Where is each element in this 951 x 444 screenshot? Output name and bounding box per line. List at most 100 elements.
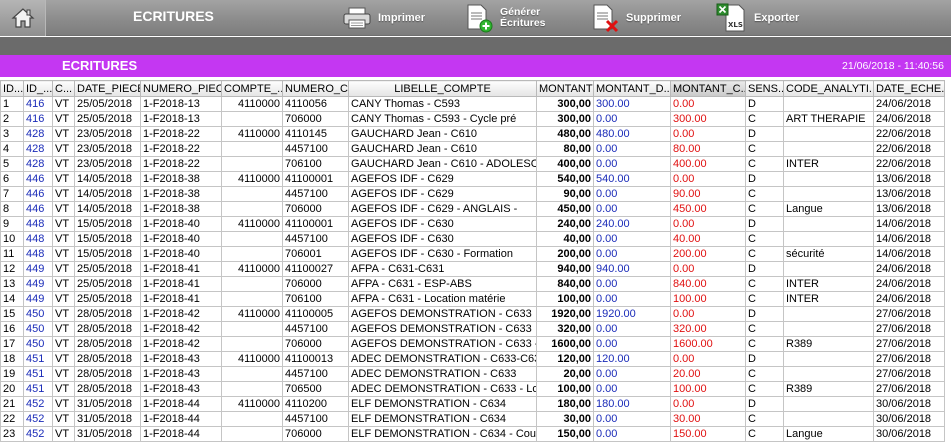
column-header[interactable]: ID_...: [23, 80, 53, 97]
column-header[interactable]: LIBELLE_COMPTE: [348, 80, 537, 97]
table-cell: AGEFOS DEMONSTRATION - C633: [348, 321, 537, 337]
table-cell: 14/06/2018: [873, 246, 945, 262]
table-cell: ELF DEMONSTRATION - C634: [348, 411, 537, 427]
table-cell: 1-F2018-13: [140, 96, 222, 112]
table-cell: 706100: [282, 291, 349, 307]
table-row[interactable]: 21 452 VT 31/05/2018 1-F2018-44 4110000 411020…: [0, 396, 945, 412]
table-cell: 30,00: [536, 411, 594, 427]
table-row[interactable]: 18 451 VT 28/05/2018 1-F2018-43 4110000 411000…: [0, 351, 945, 367]
table-cell: AGEFOS DEMONSTRATION - C633 -: [348, 336, 537, 352]
table-cell: 0.00: [670, 261, 746, 277]
column-header[interactable]: MONTANT: [536, 80, 594, 97]
table-row[interactable]: 9 448 VT 15/05/2018 1-F2018-40 4110000 4110000…: [0, 216, 945, 232]
table-cell: 446: [23, 201, 53, 217]
table-cell: 0.00: [593, 321, 671, 337]
table-row[interactable]: 1 416 VT 25/05/2018 1-F2018-13 4110000 4110056…: [0, 96, 945, 112]
table-cell: C: [745, 156, 784, 172]
table-cell: VT: [52, 261, 75, 277]
table-cell: 12: [0, 261, 24, 277]
column-header[interactable]: COMPTE_...: [221, 80, 283, 97]
table-cell: 940.00: [593, 261, 671, 277]
generate-entries-button[interactable]: Générer Écritures: [464, 0, 546, 36]
table-cell: 30.00: [670, 411, 746, 427]
table-cell: 0.00: [670, 306, 746, 322]
table-row[interactable]: 16 450 VT 28/05/2018 1-F2018-42 4457100 AGEFOS…: [0, 321, 945, 337]
table-cell: 0.00: [593, 186, 671, 202]
table-row[interactable]: 15 450 VT 28/05/2018 1-F2018-42 4110000 411000…: [0, 306, 945, 322]
table-cell: 840,00: [536, 276, 594, 292]
table-cell: 400.00: [670, 156, 746, 172]
column-header[interactable]: NUMERO_C...: [282, 80, 349, 97]
table-row[interactable]: 20 451 VT 28/05/2018 1-F2018-43 706500 ADEC DE…: [0, 381, 945, 397]
excel-export-icon: XLS: [716, 3, 745, 32]
table-cell: VT: [52, 306, 75, 322]
table-cell: 41100001: [282, 216, 349, 232]
delete-button[interactable]: Supprimer: [590, 0, 681, 36]
table-cell: [221, 201, 283, 217]
entries-grid[interactable]: ID... ID_... C... DATE_PIECE NUMERO_PIE C…: [0, 80, 951, 444]
table-cell: 4457100: [282, 186, 349, 202]
table-row[interactable]: 14 449 VT 25/05/2018 1-F2018-41 706100 AFPA - …: [0, 291, 945, 307]
column-header[interactable]: MONTANT_D...: [593, 80, 671, 97]
table-cell: 4110000: [221, 261, 283, 277]
table-cell: 41100005: [282, 306, 349, 322]
table-cell: VT: [52, 186, 75, 202]
table-row[interactable]: 17 450 VT 28/05/2018 1-F2018-42 706000 AGEFOS …: [0, 336, 945, 352]
table-cell: GAUCHARD Jean - C610: [348, 141, 537, 157]
column-header[interactable]: ID...: [0, 80, 24, 97]
column-header[interactable]: C...: [52, 80, 75, 97]
table-row[interactable]: 6 446 VT 14/05/2018 1-F2018-38 4110000 4110000…: [0, 171, 945, 187]
table-cell: AFPA - C631 - ESP-ABS: [348, 276, 537, 292]
table-cell: 9: [0, 216, 24, 232]
table-cell: [783, 171, 874, 187]
table-row[interactable]: 11 448 VT 15/05/2018 1-F2018-40 706001 AGEFOS …: [0, 246, 945, 262]
table-cell: 27/06/2018: [873, 336, 945, 352]
table-cell: 14: [0, 291, 24, 307]
table-row[interactable]: 22 452 VT 31/05/2018 1-F2018-44 4457100 ELF DE…: [0, 411, 945, 427]
column-header[interactable]: DATE_PIECE: [74, 80, 141, 97]
section-title: ECRITURES: [62, 58, 138, 73]
table-cell: AGEFOS IDF - C629 - ANGLAIS -: [348, 201, 537, 217]
table-cell: AGEFOS IDF - C630 - Formation: [348, 246, 537, 262]
column-header[interactable]: DATE_ECHE...: [873, 80, 945, 97]
table-row[interactable]: 3 428 VT 23/05/2018 1-F2018-22 4110000 4110145…: [0, 126, 945, 142]
print-button[interactable]: Imprimer: [342, 0, 425, 36]
table-row[interactable]: 2 416 VT 25/05/2018 1-F2018-13 706000 CANY Tho…: [0, 111, 945, 127]
table-row[interactable]: 4 428 VT 23/05/2018 1-F2018-22 4457100 GAUCHAR…: [0, 141, 945, 157]
table-row[interactable]: 10 448 VT 15/05/2018 1-F2018-40 4457100 AGEFOS…: [0, 231, 945, 247]
table-cell: 448: [23, 246, 53, 262]
table-row[interactable]: 7 446 VT 14/05/2018 1-F2018-38 4457100 AGEFOS …: [0, 186, 945, 202]
table-cell: 13/06/2018: [873, 201, 945, 217]
table-row[interactable]: 5 428 VT 23/05/2018 1-F2018-22 706100 GAUCHARD…: [0, 156, 945, 172]
table-cell: 4110056: [282, 96, 349, 112]
table-cell: 706000: [282, 426, 349, 442]
export-button[interactable]: XLS Exporter: [716, 0, 799, 36]
table-cell: CANY Thomas - C593: [348, 96, 537, 112]
column-header[interactable]: SENS...: [745, 80, 784, 97]
table-cell: 13/06/2018: [873, 171, 945, 187]
table-cell: 0.00: [670, 351, 746, 367]
table-cell: 1-F2018-22: [140, 126, 222, 142]
column-header-selected[interactable]: MONTANT_C...: [670, 80, 746, 97]
table-row[interactable]: 23 452 VT 31/05/2018 1-F2018-44 706000 ELF DEM…: [0, 426, 945, 442]
table-cell: 15/05/2018: [74, 231, 141, 247]
table-cell: VT: [52, 246, 75, 262]
table-cell: 706000: [282, 336, 349, 352]
table-cell: 451: [23, 381, 53, 397]
column-header[interactable]: NUMERO_PIECE: [140, 80, 222, 97]
table-cell: 840.00: [670, 276, 746, 292]
table-row[interactable]: 13 449 VT 25/05/2018 1-F2018-41 706000 AFPA - …: [0, 276, 945, 292]
home-button[interactable]: [0, 0, 46, 36]
table-cell: C: [745, 336, 784, 352]
app-title: ECRITURES: [133, 8, 214, 24]
table-cell: 706001: [282, 246, 349, 262]
table-cell: 0.00: [593, 291, 671, 307]
table-cell: VT: [52, 156, 75, 172]
table-cell: 240,00: [536, 216, 594, 232]
table-cell: C: [745, 246, 784, 262]
table-row[interactable]: 12 449 VT 25/05/2018 1-F2018-41 4110000 411000…: [0, 261, 945, 277]
table-row[interactable]: 19 451 VT 28/05/2018 1-F2018-43 4457100 ADEC D…: [0, 366, 945, 382]
table-cell: 300.00: [593, 96, 671, 112]
table-row[interactable]: 8 446 VT 14/05/2018 1-F2018-38 706000 AGEFOS I…: [0, 201, 945, 217]
column-header[interactable]: CODE_ANALYTI...: [783, 80, 874, 97]
